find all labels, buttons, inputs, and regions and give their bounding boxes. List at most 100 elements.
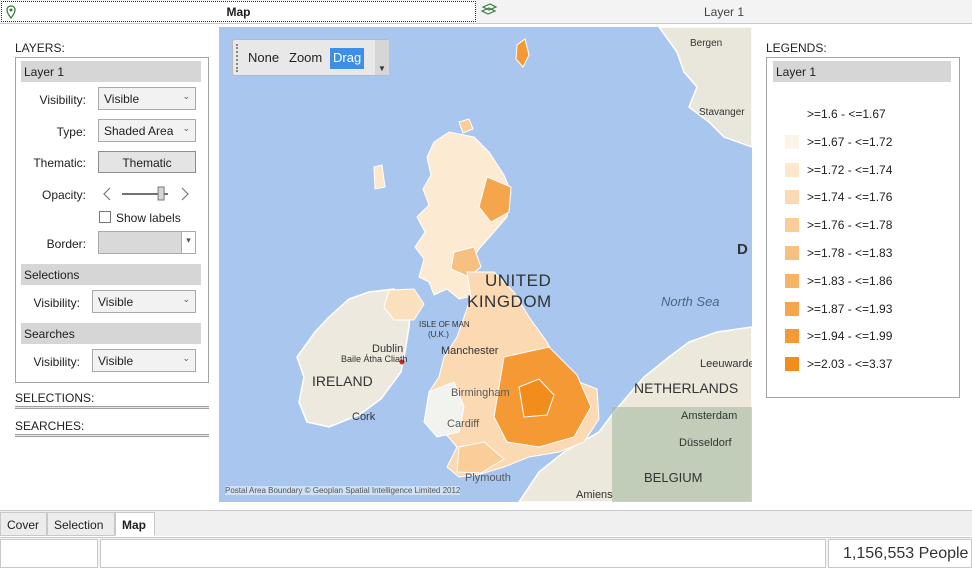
searches-heading[interactable]: SEARCHES: [15, 419, 84, 433]
searches-divider [15, 434, 209, 437]
map-copyright: Postal Area Boundary © Geoplan Spatial I… [225, 486, 461, 495]
legend-item-label: >=1.87 - <=1.93 [807, 302, 893, 316]
chevron-down-icon: ⌄ [182, 91, 190, 101]
sheet-tabs: Cover Selection Map [0, 510, 972, 536]
legends-heading: LEGENDS: [766, 41, 827, 55]
chevron-down-icon: ⌄ [182, 294, 190, 304]
northern-ireland-region [383, 288, 425, 321]
map-canvas[interactable]: Bergen Stavanger D UNITED KINGDOM North … [219, 27, 752, 502]
map-label-isle-of-man: ISLE OF MAN [419, 320, 470, 329]
legend-swatch [785, 302, 799, 316]
searches-visibility-select[interactable]: Visible ⌄ [92, 349, 196, 372]
selections-visibility-value: Visible [98, 295, 134, 309]
status-cell-2 [100, 539, 826, 568]
tool-zoom-button[interactable]: Zoom [286, 48, 325, 69]
map-label-amsterdam: Amsterdam [681, 410, 738, 422]
searches-header[interactable]: Searches [21, 323, 201, 344]
legend-item-label: >=1.72 - <=1.74 [807, 163, 893, 177]
legend-item-label: >=1.78 - <=1.83 [807, 246, 893, 260]
selections-visibility-label: Visibility: [33, 296, 80, 310]
layers-heading: LAYERS: [15, 41, 65, 55]
map-label-manchester: Manchester [441, 345, 499, 357]
map-label-united: UNITED [485, 271, 552, 290]
status-bar: 1,156,553 People [0, 537, 972, 568]
chevron-down-icon: ▾ [181, 232, 195, 253]
border-select[interactable]: ▾ [98, 231, 196, 254]
selections-visibility-select[interactable]: Visible ⌄ [92, 290, 196, 313]
legend-panel: Layer 1 >=1.6 - <=1.67 >=1.67 - <=1.72 >=1… [766, 57, 960, 398]
legend-item-label: >=1.67 - <=1.72 [807, 135, 893, 149]
sheet-tab-cover[interactable]: Cover [0, 512, 47, 536]
tab-layer-1[interactable]: Layer 1 [477, 1, 971, 22]
sheet-tab-selection[interactable]: Selection [47, 512, 115, 536]
map-label-stavanger: Stavanger [699, 107, 745, 118]
thematic-label: Thematic: [33, 156, 86, 170]
layer-header[interactable]: Layer 1 [21, 61, 201, 82]
searches-visibility-value: Visible [98, 354, 134, 368]
map-label-plymouth: Plymouth [465, 472, 511, 484]
tool-drag-button[interactable]: Drag [330, 48, 365, 69]
map-label-d-edge: D [737, 241, 748, 258]
legend-item-label: >=1.6 - <=1.67 [807, 107, 886, 121]
legend-swatch [785, 357, 799, 371]
selections-heading[interactable]: SELECTIONS: [15, 391, 94, 405]
legend-item-label: >=1.76 - <=1.78 [807, 218, 893, 232]
status-cell-1 [0, 539, 98, 568]
map-label-dusseldorf: Düsseldorf [679, 437, 732, 449]
sheet-tab-map[interactable]: Map [115, 512, 155, 536]
slider-left-arrow-icon [103, 187, 111, 201]
map-label-netherlands: NETHERLANDS [634, 380, 739, 396]
map-toolbar: None Zoom Drag ▼ [232, 39, 389, 76]
orkney-region [458, 118, 474, 134]
toolbar-overflow-button[interactable]: ▼ [375, 40, 389, 75]
map-label-baile: Baile Átha Cliath [341, 354, 408, 364]
selections-divider [15, 406, 209, 409]
legend-item-label: >=1.83 - <=1.86 [807, 274, 893, 288]
legend-swatch [785, 274, 799, 288]
legend-swatch [785, 190, 799, 204]
map-label-belgium: BELGIUM [644, 470, 703, 485]
map-label-birmingham: Birmingham [451, 387, 510, 399]
map-graphics [296, 27, 752, 502]
legend-layer-header[interactable]: Layer 1 [773, 61, 951, 82]
tool-none-button[interactable]: None [245, 48, 282, 69]
map-label-kingdom: KINGDOM [467, 292, 552, 311]
layers-panel: Layer 1 Visibility: Visible ⌄ Type: Shad… [15, 57, 209, 383]
chevron-down-icon: ▼ [378, 64, 386, 73]
status-people-count: 1,156,553 People [828, 539, 972, 568]
map-label-leeuwarden: Leeuwarden [700, 358, 752, 370]
map-label-north-sea: North Sea [661, 294, 720, 309]
opacity-label: Opacity: [41, 188, 86, 202]
map-label-cardiff: Cardiff [447, 418, 480, 430]
visibility-value: Visible [104, 92, 140, 106]
tab-map[interactable]: Map [1, 1, 476, 22]
border-label: Border: [46, 237, 86, 251]
visibility-label: Visibility: [39, 93, 86, 107]
hebrides-region [373, 164, 386, 190]
searches-visibility-label: Visibility: [33, 355, 80, 369]
type-value: Shaded Area [104, 124, 174, 138]
slider-right-arrow-icon [181, 187, 189, 201]
selections-header[interactable]: Selections [21, 264, 201, 285]
map-label-cork: Cork [352, 411, 376, 423]
show-labels-label: Show labels [116, 211, 181, 225]
show-labels-checkbox[interactable] [99, 211, 111, 223]
tab-map-label: Map [226, 5, 251, 19]
legend-swatch [785, 218, 799, 232]
legend-swatch [785, 107, 799, 121]
visibility-select[interactable]: Visible ⌄ [98, 87, 196, 110]
legend-swatch [785, 163, 799, 177]
type-select[interactable]: Shaded Area ⌄ [98, 119, 196, 142]
top-tab-strip: Map Layer 1 [0, 0, 972, 24]
map-label-amiens: Amiens [576, 489, 613, 501]
shetland-region [515, 38, 530, 68]
tab-layer-label: Layer 1 [703, 5, 745, 19]
chevron-down-icon: ⌄ [180, 123, 190, 134]
legend-swatch [785, 329, 799, 343]
legend-swatch [785, 135, 799, 149]
map-label-bergen: Bergen [690, 38, 723, 49]
toolbar-grip-icon[interactable] [236, 44, 239, 72]
legend-item-label: >=1.74 - <=1.76 [807, 190, 893, 204]
opacity-slider[interactable] [102, 185, 192, 203]
thematic-button[interactable]: Thematic [98, 151, 196, 173]
